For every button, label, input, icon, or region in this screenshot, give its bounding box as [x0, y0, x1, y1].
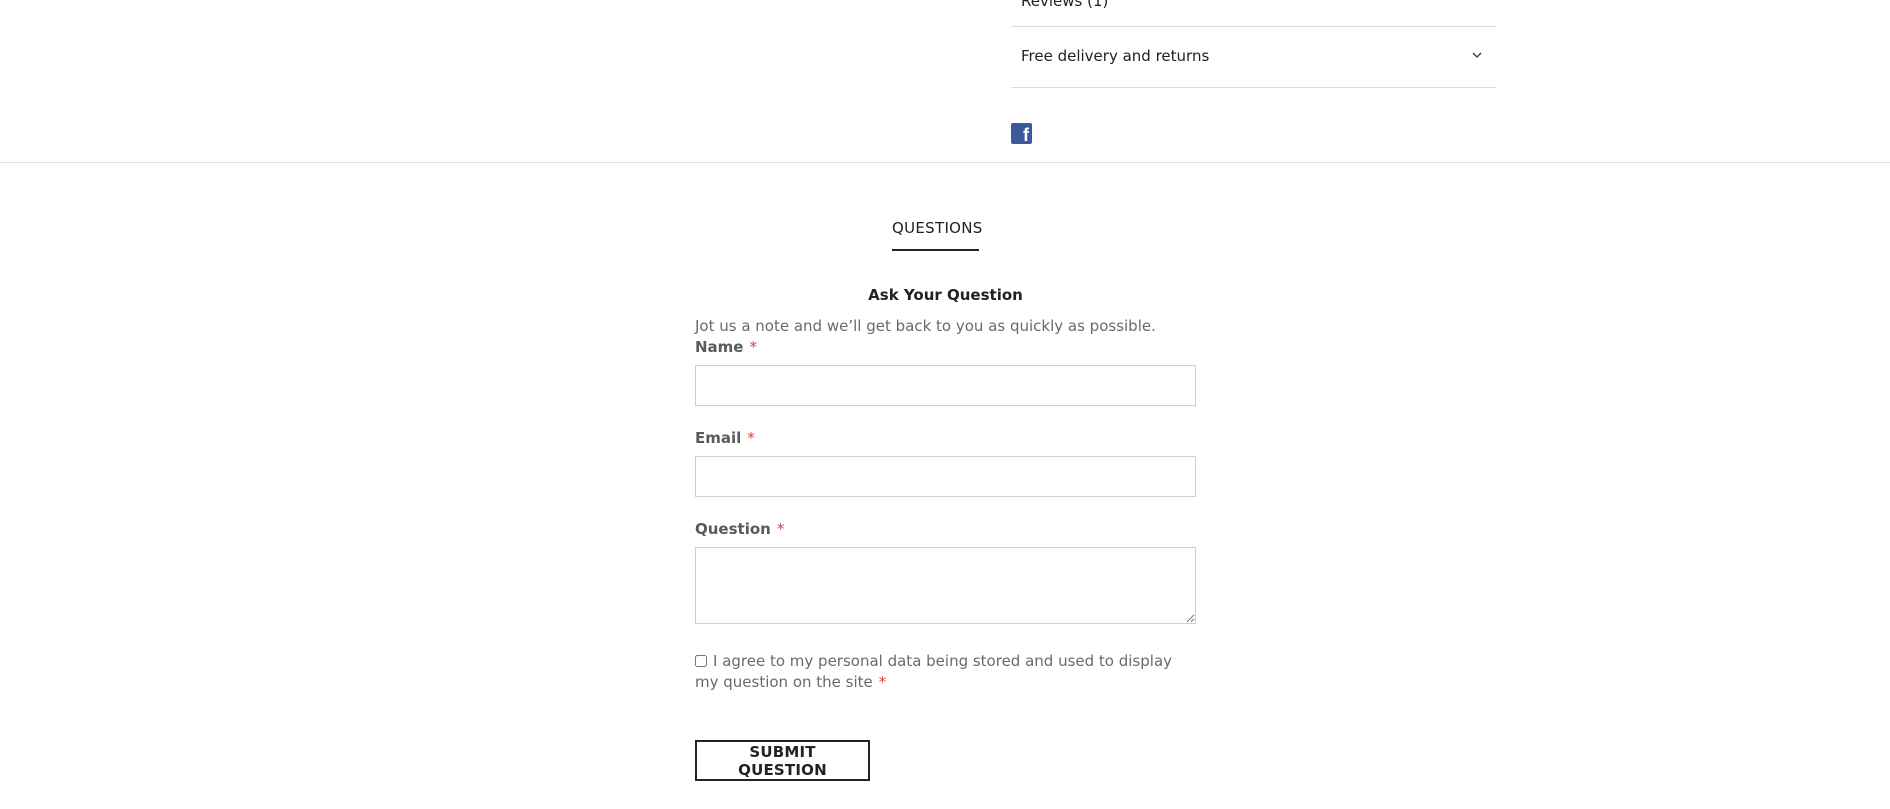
consent-row: I agree to my personal data being stored… — [695, 651, 1196, 693]
name-label: Name * — [695, 338, 757, 356]
required-mark: * — [749, 338, 757, 356]
product-accordion: Reviews (1) Free delivery and returns — [1011, 0, 1496, 88]
facebook-share-icon[interactable]: f — [1011, 123, 1032, 145]
accordion-item-delivery[interactable]: Free delivery and returns — [1011, 27, 1496, 88]
submit-question-button[interactable]: SUBMIT QUESTION — [695, 740, 870, 781]
tab-active-indicator — [892, 249, 979, 251]
name-field[interactable] — [695, 365, 1196, 406]
required-mark: * — [878, 673, 887, 691]
chevron-down-icon — [1472, 52, 1482, 58]
consent-checkbox[interactable] — [695, 655, 707, 667]
required-mark: * — [776, 520, 785, 538]
email-label: Email * — [695, 429, 755, 447]
question-textarea[interactable] — [695, 547, 1196, 624]
accordion-item-reviews[interactable]: Reviews (1) — [1011, 0, 1496, 27]
question-label: Question * — [695, 520, 785, 538]
form-description: Jot us a note and we’ll get back to you … — [695, 317, 1156, 335]
accordion-item-label: Reviews (1) — [1021, 0, 1109, 10]
email-field[interactable] — [695, 456, 1196, 497]
consent-text: I agree to my personal data being stored… — [695, 652, 1173, 691]
required-mark: * — [747, 429, 755, 447]
tab-questions[interactable]: QUESTIONS — [892, 219, 982, 237]
form-title: Ask Your Question — [868, 286, 1023, 304]
accordion-item-label: Free delivery and returns — [1021, 47, 1210, 65]
section-divider — [0, 162, 1890, 163]
